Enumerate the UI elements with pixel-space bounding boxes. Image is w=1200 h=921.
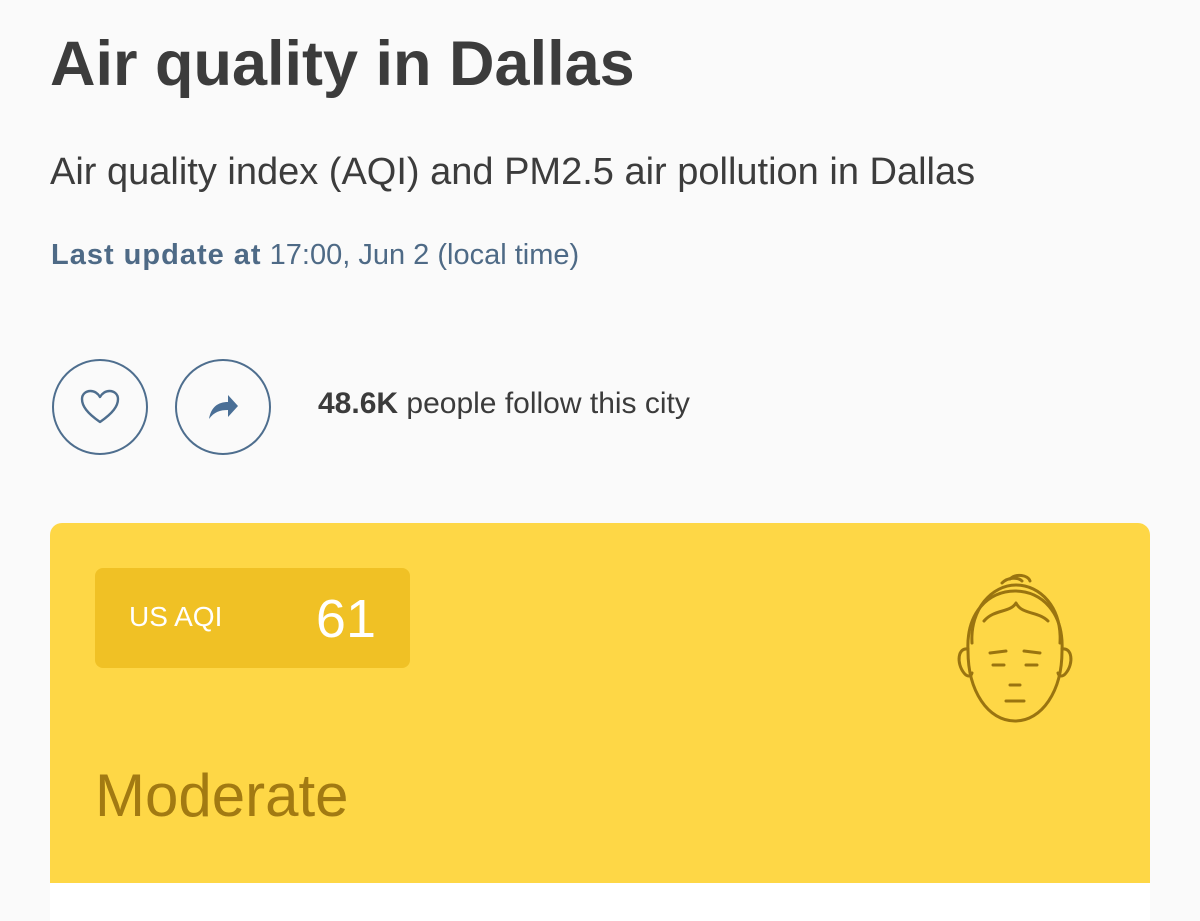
share-button[interactable] [175, 359, 271, 455]
aqi-label: US AQI [129, 601, 223, 632]
heart-outline-icon [80, 389, 120, 424]
aqi-status: Moderate [95, 762, 349, 829]
page-subtitle: Air quality index (AQI) and PM2.5 air po… [50, 151, 976, 193]
page-title: Air quality in Dallas [50, 29, 635, 99]
followers-label: people follow this city [406, 387, 690, 420]
last-update-label: Last update at [51, 239, 262, 271]
last-update-value: 17:00, Jun 2 (local time) [269, 239, 580, 271]
aqi-card-details [50, 883, 1150, 921]
followers-count: 48.6K [318, 387, 399, 420]
follow-city-button[interactable] [52, 359, 148, 455]
last-update: Last update at 17:00, Jun 2 (local time) [51, 238, 579, 273]
followers-text: 48.6K people follow this city [318, 387, 690, 421]
aqi-badge: US AQI 61 [95, 568, 410, 668]
aqi-value: 61 [315, 589, 376, 649]
share-arrow-icon [209, 395, 238, 419]
face-moderate-icon [957, 573, 1073, 723]
aqi-card: US AQI 61 Moderate [50, 523, 1150, 883]
